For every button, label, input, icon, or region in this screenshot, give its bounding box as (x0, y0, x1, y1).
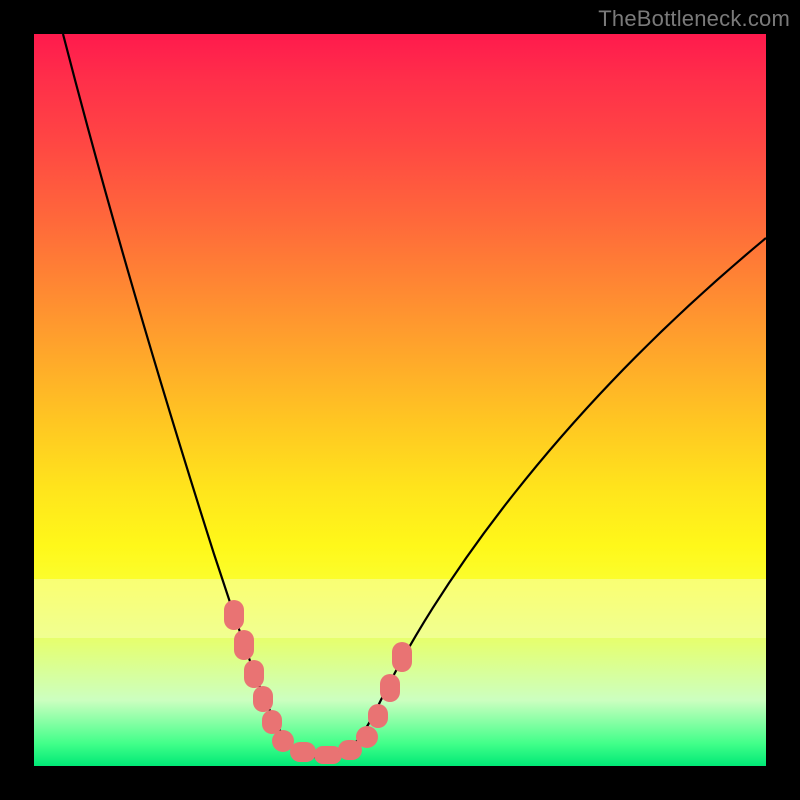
plot-area (34, 34, 766, 766)
chart-frame: TheBottleneck.com (0, 0, 800, 800)
curve-marker (380, 674, 400, 702)
curve-marker (253, 686, 273, 712)
curve-path (63, 34, 766, 758)
curve-marker (244, 660, 264, 688)
curve-marker (224, 600, 244, 630)
curve-marker (234, 630, 254, 660)
curve-marker (290, 742, 316, 762)
curve-marker (356, 726, 378, 748)
watermark-text: TheBottleneck.com (598, 6, 790, 32)
curve-marker (368, 704, 388, 728)
curve-marker (392, 642, 412, 672)
